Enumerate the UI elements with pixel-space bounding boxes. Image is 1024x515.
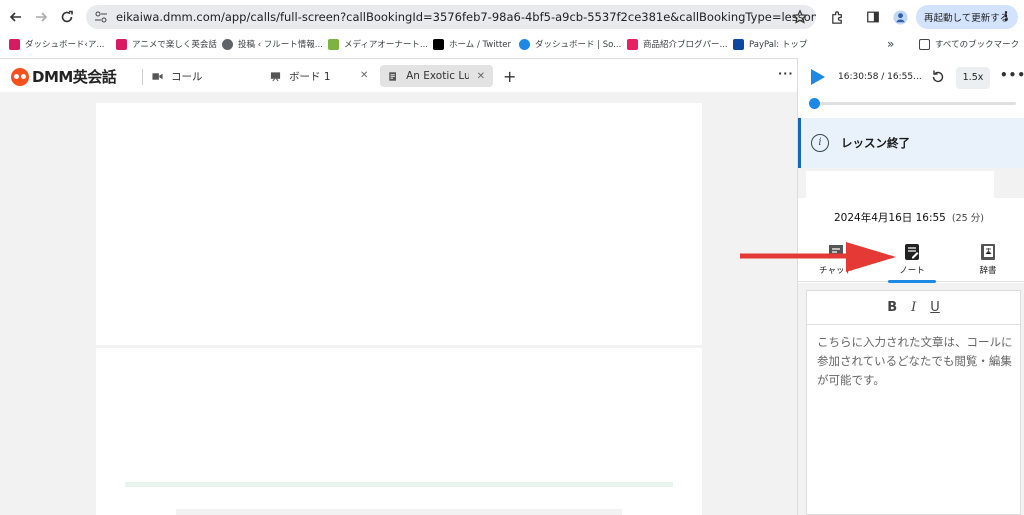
x-logo-icon [433,38,444,50]
address-bar[interactable]: eikaiwa.dmm.com/app/calls/full-screen?ca… [86,5,816,29]
document-page-2 [96,348,702,515]
all-bookmarks-folder[interactable]: すべてのブックマーク [919,37,1019,51]
logo-text: DMM英会話 [32,68,117,86]
info-icon: i [811,134,829,152]
lesson-datetime: 2024年4月16日 16:55 (25 分) [834,210,984,225]
bookmark-item[interactable]: ダッシュボード | So... [519,37,621,51]
bold-button[interactable]: B [887,300,897,315]
dictionary-icon [981,243,995,260]
lesson-duration: (25 分) [951,213,984,224]
tab-document-label: An Exotic Lur [406,70,469,82]
bookmark-item[interactable]: ホーム / Twitter [433,37,511,51]
tab-call[interactable]: コール [152,65,203,87]
header-divider [142,69,143,85]
close-board-tab-icon[interactable]: ✕ [360,70,368,81]
tab-board[interactable]: ボード 1 [270,65,331,87]
playback-time: 16:30:58 / 16:55... [838,72,922,82]
bookmark-item[interactable]: PayPal: トップ [733,37,807,51]
bookmark-favicon [116,38,127,50]
globe-icon [222,38,233,50]
bookmark-item[interactable]: メディアオーナート... [328,37,428,51]
close-document-tab-icon[interactable]: ✕ [477,71,485,82]
bookmarks-overflow-button[interactable]: » [887,37,894,51]
bookmarks-bar: ダッシュボード‹ア... アニメで楽しく英会話 投稿 ‹ フルート情報... メ… [0,34,1024,54]
document-page-1 [96,103,702,345]
red-arrow-annotation [740,242,896,272]
video-camera-icon [152,72,163,80]
paypal-icon [733,38,744,50]
side-panel: 16:30:58 / 16:55... 1.5x ••• i レッスン終了 20… [797,58,1024,515]
site-settings-icon[interactable] [94,10,108,24]
profile-avatar[interactable] [890,5,910,29]
tab-document[interactable]: An Exotic Lur ✕ [380,65,493,87]
update-label: 再起動して更新する [924,13,1010,24]
bookmark-item[interactable]: 商品紹介ブログパー... [627,37,728,51]
progress-track[interactable] [814,102,1016,105]
document-icon [389,71,397,81]
progress-knob[interactable] [809,98,820,109]
note-editor[interactable]: B I U こちらに入力された文章は、コールに参加されているどなたでも閲覧・編集… [806,290,1021,515]
highlight-strip [125,482,673,487]
lesson-ended-notice: i レッスン終了 [798,118,1024,168]
bookmark-favicon [328,38,339,50]
dmm-logo[interactable]: DMM英会話 [11,66,117,87]
back-icon[interactable] [4,5,28,29]
bookmark-item[interactable]: 投稿 ‹ フルート情報... [222,37,323,51]
tab-note-label: ノート [899,265,925,276]
browser-toolbar: eikaiwa.dmm.com/app/calls/full-screen?ca… [0,0,1024,34]
tab-call-label: コール [171,70,203,83]
notice-text: レッスン終了 [841,136,910,150]
recording-player: 16:30:58 / 16:55... 1.5x ••• [798,58,1024,116]
bookmark-item[interactable]: ダッシュボード‹ア... [9,37,105,51]
tab-board-label: ボード 1 [289,70,331,83]
note-icon [905,243,919,260]
bookmark-item[interactable]: アニメで楽しく英会話 [116,37,217,51]
url-text: eikaiwa.dmm.com/app/calls/full-screen?ca… [115,10,816,24]
folder-icon [919,38,930,50]
tab-dictionary[interactable]: 辞書 [950,236,1024,282]
bookmark-favicon [9,38,20,50]
play-icon[interactable] [811,69,825,85]
format-toolbar: B I U [807,291,1020,325]
bookmark-favicon [627,38,638,50]
add-tab-button[interactable]: + [503,67,516,86]
extensions-icon[interactable] [828,5,846,29]
whiteboard-icon [270,71,281,81]
side-panel-icon[interactable] [864,5,882,29]
document-board [0,92,797,515]
blank-card [806,171,994,198]
player-more-button[interactable]: ••• [1000,68,1024,82]
playback-speed-button[interactable]: 1.5x [956,67,990,89]
page-footer-strip [176,509,622,515]
note-placeholder-text[interactable]: こちらに入力された文章は、コールに参加されているどなたでも閲覧・編集が可能です。 [817,333,1013,390]
bookmark-favicon [519,38,530,50]
tab-dictionary-label: 辞書 [979,265,997,276]
bookmark-star-icon[interactable] [792,9,808,25]
update-button[interactable]: 再起動して更新する ⋮ [916,5,1018,29]
app-header: DMM英会話 コール ボード 1 ✕ An Exotic Lur ✕ + ··· [0,58,797,92]
header-more-button[interactable]: ··· [778,67,794,80]
reload-icon[interactable] [55,5,79,29]
underline-button[interactable]: U [930,300,940,315]
logo-face-icon [11,67,29,86]
lesson-date: 2024年4月16日 16:55 [834,212,946,224]
forward-icon[interactable] [29,5,53,29]
replay-icon[interactable] [930,69,946,85]
menu-dots-icon[interactable]: ⋮ [1000,9,1012,23]
italic-button[interactable]: I [911,300,916,315]
